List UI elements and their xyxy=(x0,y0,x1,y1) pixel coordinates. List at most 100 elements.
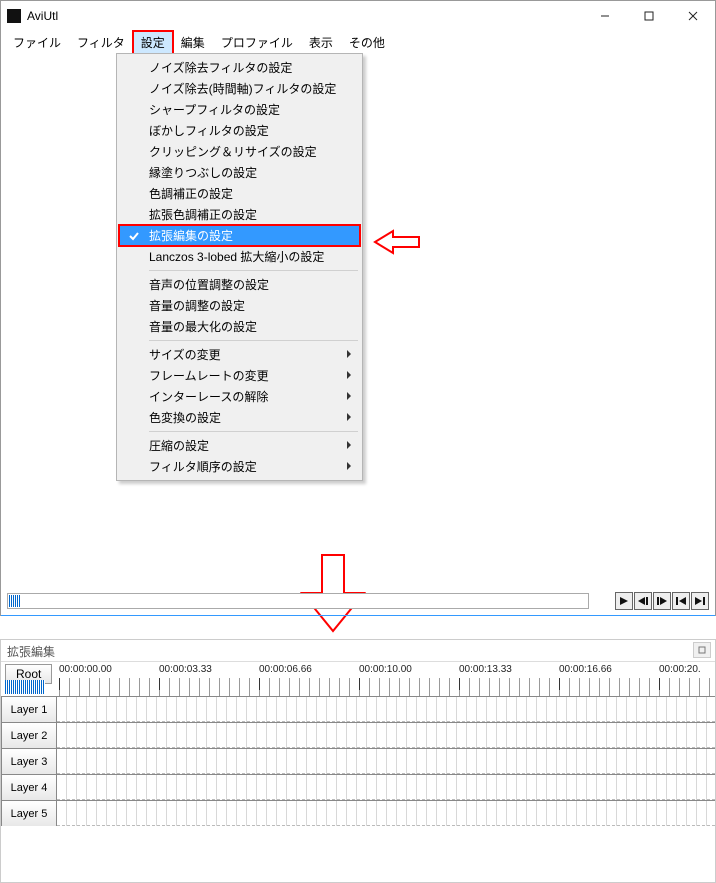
submenu-arrow-icon xyxy=(346,460,352,474)
step-back-button[interactable] xyxy=(634,592,652,610)
menu-item-縁塗りつぶしの設定[interactable]: 縁塗りつぶしの設定 xyxy=(119,162,360,183)
layer-track[interactable] xyxy=(57,801,715,826)
layer-row[interactable]: Layer 4 xyxy=(1,774,715,800)
submenu-arrow-icon xyxy=(346,439,352,453)
menu-item-ぼかしフィルタの設定[interactable]: ぼかしフィルタの設定 xyxy=(119,120,360,141)
app-title: AviUtl xyxy=(27,9,58,23)
menu-item-label: 色変換の設定 xyxy=(149,409,221,426)
menu-item-音声の位置調整の設定[interactable]: 音声の位置調整の設定 xyxy=(119,274,360,295)
submenu-arrow-icon xyxy=(346,390,352,404)
menu-item-色調補正の設定[interactable]: 色調補正の設定 xyxy=(119,183,360,204)
menu-item-label: 音量の最大化の設定 xyxy=(149,318,257,335)
app-icon xyxy=(7,9,21,23)
layer-label[interactable]: Layer 4 xyxy=(1,775,57,800)
menu-separator xyxy=(149,431,358,432)
menu-item-label: ぼかしフィルタの設定 xyxy=(149,122,269,139)
menu-item-label: 拡張色調補正の設定 xyxy=(149,206,257,223)
menu-edit[interactable]: 編集 xyxy=(173,31,213,54)
layer-row[interactable]: Layer 3 xyxy=(1,748,715,774)
timeline-ruler[interactable]: 00:00:00.00 00:00:03.33 00:00:06.66 00:00:1… xyxy=(59,664,715,696)
ruler-major-tick xyxy=(59,678,60,690)
layer-track[interactable] xyxy=(57,775,715,800)
menu-item-フィルタ順序の設定[interactable]: フィルタ順序の設定 xyxy=(119,456,360,477)
menu-item-label: フィルタ順序の設定 xyxy=(149,458,257,475)
menu-item-label: シャープフィルタの設定 xyxy=(149,101,280,118)
ruler-label: 00:00:16.66 xyxy=(559,664,612,675)
go-end-button[interactable] xyxy=(691,592,709,610)
menu-item-label: クリッピング＆リサイズの設定 xyxy=(149,143,317,160)
menubar: ファイル フィルタ 設定 編集 プロファイル 表示 その他 xyxy=(1,31,715,53)
layer-row[interactable]: Layer 1 xyxy=(1,696,715,722)
minimize-button[interactable] xyxy=(583,1,627,30)
close-button[interactable] xyxy=(671,1,715,30)
layer-label[interactable]: Layer 5 xyxy=(1,801,57,826)
layer-label[interactable]: Layer 1 xyxy=(1,697,57,722)
layer-track[interactable] xyxy=(57,749,715,774)
ruler-major-tick xyxy=(359,678,360,690)
menu-item-label: 色調補正の設定 xyxy=(149,185,233,202)
ruler-label: 00:00:06.66 xyxy=(259,664,312,675)
layers: Layer 1Layer 2Layer 3Layer 4Layer 5 xyxy=(1,696,715,826)
submenu-arrow-icon xyxy=(346,411,352,425)
menu-item-シャープフィルタの設定[interactable]: シャープフィルタの設定 xyxy=(119,99,360,120)
menu-item-フレームレートの変更[interactable]: フレームレートの変更 xyxy=(119,365,360,386)
menu-item-label: 音量の調整の設定 xyxy=(149,297,245,314)
menu-file[interactable]: ファイル xyxy=(5,31,69,54)
maximize-button[interactable] xyxy=(627,1,671,30)
step-fwd-button[interactable] xyxy=(653,592,671,610)
settings-dropdown: ノイズ除去フィルタの設定ノイズ除去(時間軸)フィルタの設定シャープフィルタの設定… xyxy=(116,53,363,481)
menu-item-ノイズ除去(時間軸)フィルタの設定[interactable]: ノイズ除去(時間軸)フィルタの設定 xyxy=(119,78,360,99)
extended-edit-title-text: 拡張編集 xyxy=(7,645,55,659)
menu-item-label: インターレースの解除 xyxy=(149,388,268,405)
ruler-major-tick xyxy=(659,678,660,690)
menu-filter[interactable]: フィルタ xyxy=(69,31,133,54)
seek-bar[interactable] xyxy=(7,593,589,609)
divider xyxy=(1,615,715,616)
ruler-major-tick xyxy=(459,678,460,690)
ruler-label: 00:00:13.33 xyxy=(459,664,512,675)
annotation-arrow-left xyxy=(373,227,421,260)
menu-item-label: Lanczos 3-lobed 拡大縮小の設定 xyxy=(149,248,324,265)
window-controls xyxy=(583,1,715,30)
menu-item-インターレースの解除[interactable]: インターレースの解除 xyxy=(119,386,360,407)
submenu-arrow-icon xyxy=(346,369,352,383)
layer-row[interactable]: Layer 5 xyxy=(1,800,715,826)
menu-item-label: 縁塗りつぶしの設定 xyxy=(149,164,257,181)
playback-controls xyxy=(615,592,709,610)
ruler-label: 00:00:03.33 xyxy=(159,664,212,675)
go-start-button[interactable] xyxy=(672,592,690,610)
menu-item-サイズの変更[interactable]: サイズの変更 xyxy=(119,344,360,365)
menu-item-label: フレームレートの変更 xyxy=(149,367,269,384)
play-button[interactable] xyxy=(615,592,633,610)
check-icon xyxy=(126,228,142,244)
menu-item-label: サイズの変更 xyxy=(149,346,221,363)
menu-item-音量の調整の設定[interactable]: 音量の調整の設定 xyxy=(119,295,360,316)
timeline-clip[interactable] xyxy=(5,680,45,694)
menu-item-ノイズ除去フィルタの設定[interactable]: ノイズ除去フィルタの設定 xyxy=(119,57,360,78)
menu-other[interactable]: その他 xyxy=(341,31,393,54)
ruler-label: 00:00:10.00 xyxy=(359,664,412,675)
layer-track[interactable] xyxy=(57,697,715,722)
timeline[interactable]: Root 00:00:00.0000:00:03.3300:00:06.6600… xyxy=(1,662,715,882)
layer-label[interactable]: Layer 3 xyxy=(1,749,57,774)
extended-edit-close-button[interactable] xyxy=(693,642,711,658)
ruler-ticks xyxy=(59,678,715,696)
menu-item-拡張編集の設定[interactable]: 拡張編集の設定 xyxy=(119,225,360,246)
menu-item-クリッピング＆リサイズの設定[interactable]: クリッピング＆リサイズの設定 xyxy=(119,141,360,162)
ruler-label: 00:00:00.00 xyxy=(59,664,112,675)
menu-item-Lanczos 3-lobed 拡大縮小の設定[interactable]: Lanczos 3-lobed 拡大縮小の設定 xyxy=(119,246,360,267)
menu-settings[interactable]: 設定 xyxy=(133,31,173,54)
menu-item-音量の最大化の設定[interactable]: 音量の最大化の設定 xyxy=(119,316,360,337)
menu-view[interactable]: 表示 xyxy=(301,31,341,54)
menu-profile[interactable]: プロファイル xyxy=(213,31,301,54)
layer-track[interactable] xyxy=(57,723,715,748)
ruler-label: 00:00:20. xyxy=(659,664,701,675)
menu-separator xyxy=(149,270,358,271)
menu-item-圧縮の設定[interactable]: 圧縮の設定 xyxy=(119,435,360,456)
menu-item-拡張色調補正の設定[interactable]: 拡張色調補正の設定 xyxy=(119,204,360,225)
extended-edit-window: 拡張編集 Root 00:00:00.0000:00:03.3300:00:06… xyxy=(0,639,716,883)
seek-handle[interactable] xyxy=(9,595,21,607)
menu-item-色変換の設定[interactable]: 色変換の設定 xyxy=(119,407,360,428)
layer-label[interactable]: Layer 2 xyxy=(1,723,57,748)
layer-row[interactable]: Layer 2 xyxy=(1,722,715,748)
